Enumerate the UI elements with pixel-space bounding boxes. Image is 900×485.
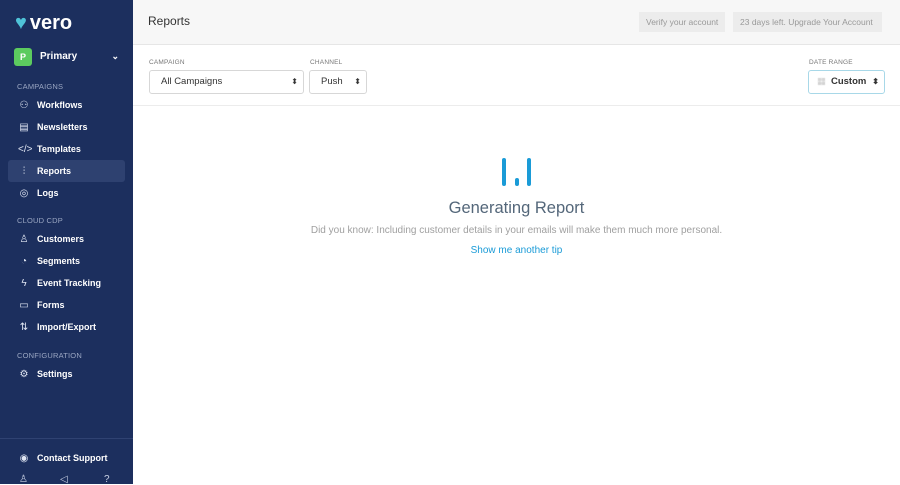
sidebar-item-label: Import/Export [37, 322, 97, 332]
section-campaigns: CAMPAIGNS [17, 82, 64, 91]
workspace-switcher[interactable]: P Primary ⌄ [14, 47, 119, 66]
form-icon: ▭ [19, 299, 29, 311]
generating-report-title: Generating Report [448, 199, 585, 217]
sidebar-item-event-tracking[interactable]: ϟ Event Tracking [8, 272, 125, 294]
sidebar-item-import-export[interactable]: ⇅ Import/Export [8, 316, 125, 338]
sidebar-item-label: Templates [37, 144, 81, 154]
page-title: Reports [148, 14, 191, 28]
pie-icon: ◔ [20, 255, 28, 267]
campaign-select[interactable]: All Campaigns ⬍ [149, 70, 304, 94]
user-icon[interactable]: ♙ [19, 474, 28, 485]
select-arrows-icon: ⬍ [291, 77, 298, 86]
upgrade-account-button[interactable]: 23 days left. Upgrade Your Account [733, 12, 882, 32]
support-icon: ◉ [19, 452, 29, 464]
verify-account-button[interactable]: Verify your account [639, 12, 726, 32]
contact-support-button[interactable]: ◉ Contact Support [8, 447, 125, 469]
loading-bars-icon [502, 158, 532, 186]
gear-icon: ⚙ [19, 368, 29, 380]
sidebar-item-newsletters[interactable]: ▤ Newsletters [8, 116, 125, 138]
user-icon: ♙ [19, 233, 29, 245]
newsletter-icon: ▤ [19, 121, 29, 133]
bolt-icon: ϟ [21, 277, 27, 289]
sidebar-item-label: Logs [37, 188, 59, 198]
sidebar-item-segments[interactable]: ◔ Segments [8, 250, 125, 272]
sidebar-item-customers[interactable]: ♙ Customers [8, 228, 125, 250]
sidebar-item-workflows[interactable]: ⚇ Workflows [8, 94, 125, 116]
chart-icon: ⫶ [22, 165, 26, 177]
date-range-value: Custom [830, 76, 867, 87]
main-content: Reports Verify your account 23 days left… [133, 0, 900, 484]
sidebar-item-label: Forms [37, 300, 65, 310]
sidebar-item-templates[interactable]: </> Templates [8, 138, 125, 160]
sidebar-item-label: Segments [37, 256, 81, 266]
sidebar-item-label: Customers [37, 234, 85, 244]
channel-label: CHANNEL [310, 59, 343, 66]
sidebar: ♥ vero P Primary ⌄ CAMPAIGNS ⚇ Workflows ▤ Ne… [0, 0, 133, 485]
vero-logo[interactable]: ♥ vero [15, 12, 72, 35]
code-icon: </> [18, 143, 33, 155]
workspace-name: Primary [40, 51, 78, 62]
help-icon[interactable]: ? [104, 474, 110, 485]
tip-text: Did you know: Including customer details… [310, 225, 723, 236]
sidebar-item-label: Contact Support [37, 453, 108, 463]
select-arrows-icon: ⬍ [354, 77, 361, 86]
divider [0, 438, 133, 439]
sidebar-item-label: Event Tracking [37, 278, 102, 288]
sidebar-item-reports[interactable]: ⫶ Reports [8, 160, 125, 182]
header: Reports Verify your account 23 days left… [133, 0, 900, 45]
import-export-icon: ⇅ [19, 321, 29, 333]
campaign-value: All Campaigns [161, 76, 223, 87]
sidebar-item-settings[interactable]: ⚙ Settings [8, 363, 125, 385]
sidebar-item-label: Reports [37, 166, 72, 176]
sidebar-item-label: Workflows [37, 100, 83, 110]
campaign-label: CAMPAIGN [149, 59, 185, 66]
channel-select[interactable]: Push ⬍ [309, 70, 367, 94]
sidebar-item-forms[interactable]: ▭ Forms [8, 294, 125, 316]
megaphone-icon[interactable]: ◁ [60, 474, 68, 485]
select-arrows-icon: ⬍ [872, 77, 879, 86]
sidebar-item-label: Newsletters [37, 122, 88, 132]
date-range-label: DATE RANGE [809, 59, 853, 66]
sidebar-item-logs[interactable]: ◎ Logs [8, 182, 125, 204]
channel-value: Push [321, 76, 343, 87]
workspace-avatar: P [14, 47, 32, 66]
workflow-icon: ⚇ [19, 99, 29, 111]
chevron-down-icon: ⌄ [111, 51, 119, 61]
calendar-icon: ▦ [817, 76, 826, 87]
logs-icon: ◎ [19, 187, 29, 199]
sidebar-item-label: Settings [37, 369, 73, 379]
brand-name: vero [29, 12, 73, 34]
another-tip-link[interactable]: Show me another tip [133, 245, 900, 256]
section-cloud-cdp: CLOUD CDP [17, 216, 63, 225]
date-range-select[interactable]: ▦ Custom ⬍ [808, 70, 885, 94]
section-configuration: CONFIGURATION [17, 351, 82, 360]
